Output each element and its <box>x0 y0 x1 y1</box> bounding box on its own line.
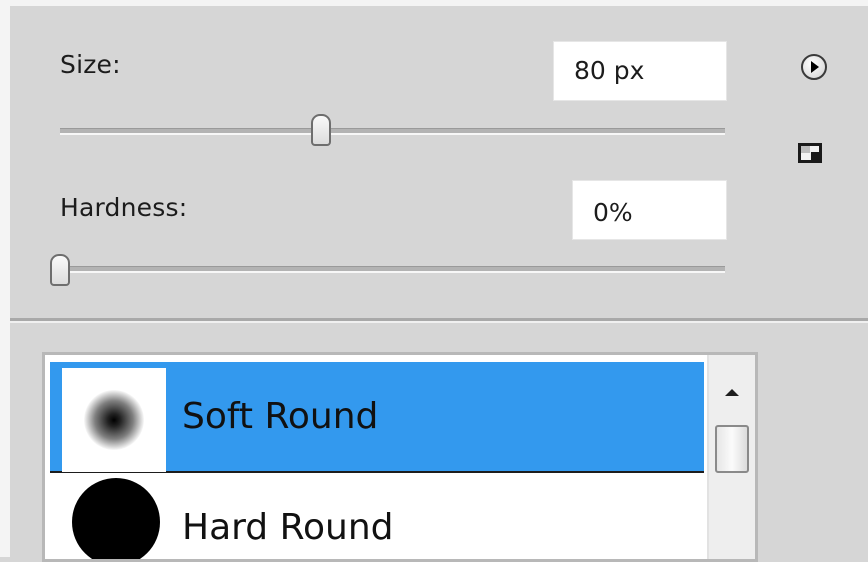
hardness-value-field[interactable]: 0% <box>572 180 727 240</box>
flyout-menu-icon <box>811 61 819 73</box>
size-slider-thumb[interactable] <box>311 114 331 146</box>
soft-round-brush-icon <box>84 390 144 450</box>
list-item-soft-round[interactable]: Soft Round <box>50 362 704 474</box>
flyout-menu-button[interactable] <box>801 54 827 80</box>
hard-round-brush-icon <box>72 478 160 559</box>
brush-preset-list[interactable]: Soft Round Hard Round <box>42 352 758 562</box>
scroll-up-arrow-icon[interactable] <box>725 389 739 396</box>
list-item-label: Hard Round <box>182 507 394 548</box>
scrollbar-thumb[interactable] <box>715 425 749 473</box>
section-divider <box>10 318 868 323</box>
size-label: Size: <box>60 50 121 79</box>
list-scrollbar[interactable] <box>707 355 755 559</box>
new-preset-icon[interactable] <box>797 142 823 164</box>
hardness-label: Hardness: <box>60 193 188 222</box>
hardness-slider-thumb[interactable] <box>50 254 70 286</box>
list-item-hard-round[interactable]: Hard Round <box>50 473 704 559</box>
list-item-label: Soft Round <box>182 396 379 437</box>
size-value-field[interactable]: 80 px <box>553 41 727 101</box>
soft-round-thumbnail <box>62 368 166 472</box>
hardness-slider-track[interactable] <box>60 266 725 273</box>
size-slider-track[interactable] <box>60 128 725 135</box>
